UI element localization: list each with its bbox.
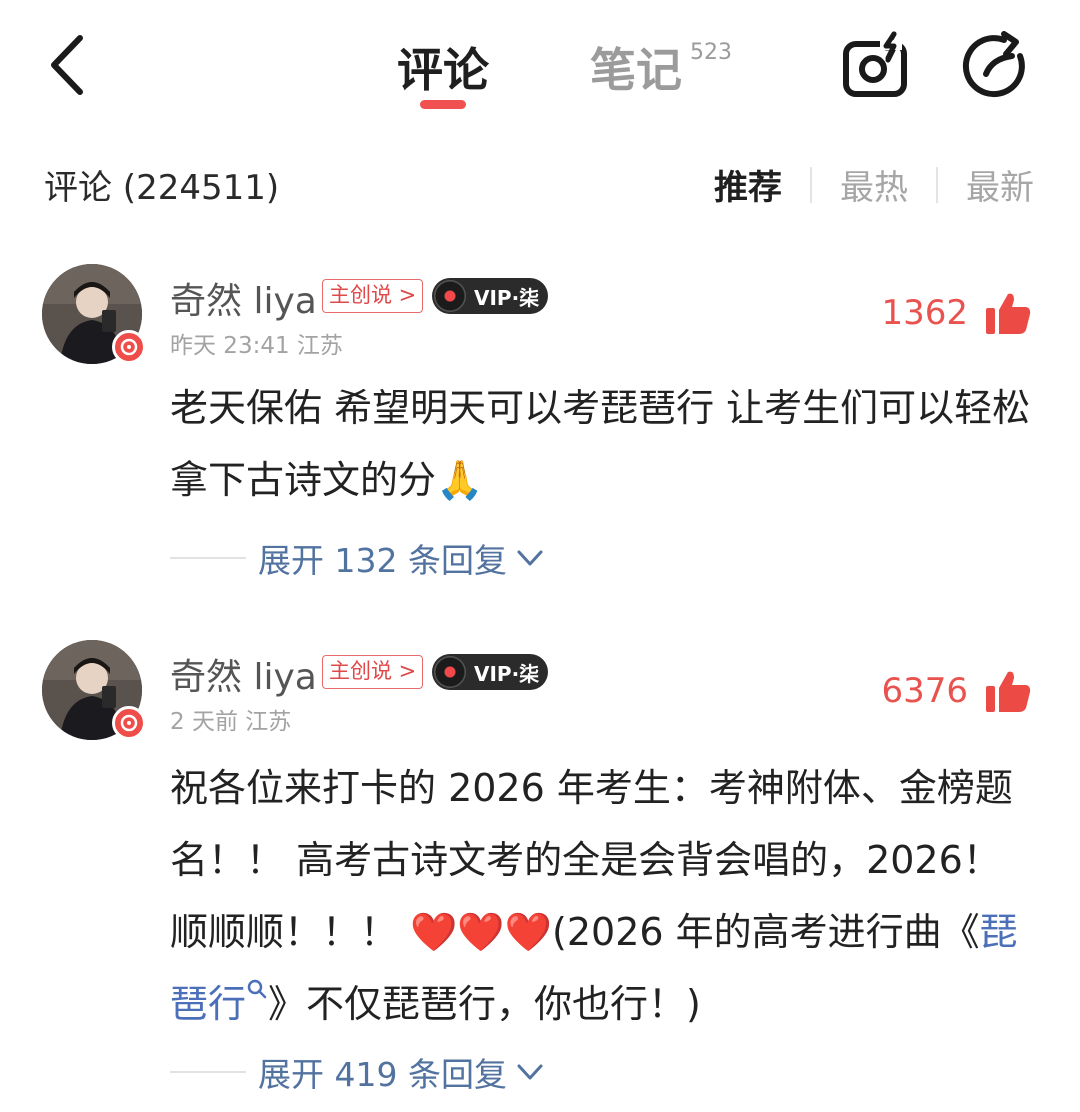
- vip-label: VIP·柒: [474, 662, 540, 686]
- share-button[interactable]: [960, 30, 1032, 102]
- expand-replies-button[interactable]: 展开 132 条回复: [170, 534, 547, 582]
- comment-text-part: 》不仅琵琶行，你也行！): [268, 982, 701, 1026]
- share-refresh-icon: [962, 31, 1025, 98]
- notes-count: 523: [690, 40, 732, 65]
- divider: [810, 166, 812, 203]
- music-badge-icon: [112, 330, 146, 364]
- chevron-down-icon: [517, 550, 543, 566]
- back-button[interactable]: [40, 30, 100, 100]
- camera-button[interactable]: [840, 30, 912, 100]
- sort-hottest[interactable]: 最热: [840, 160, 908, 209]
- comment-text: 老天保佑 希望明天可以考琵琶行 让考生们可以轻松拿下古诗文的分🙏: [170, 386, 1031, 502]
- search-icon: [247, 979, 267, 999]
- camera-flash-icon: [843, 31, 907, 97]
- sort-newest[interactable]: 最新: [966, 160, 1034, 209]
- comments-count-title: 评论 (224511): [44, 168, 280, 208]
- music-badge-icon: [112, 706, 146, 740]
- vip-badge[interactable]: VIP·柒: [432, 654, 548, 690]
- like-count: 1362: [881, 293, 968, 333]
- comment-text-part: 祝各位来打卡的 2026 年考生：考神附体、金榜题名！！ 高考古诗文考的全是会背…: [170, 766, 1013, 954]
- divider: [936, 166, 938, 203]
- thumbs-up-icon: [986, 293, 1031, 334]
- reply-divider: [170, 557, 246, 559]
- top-bar: 评论 笔记 523: [0, 0, 1080, 130]
- chevron-down-icon: [517, 1064, 543, 1080]
- expand-replies-button[interactable]: 展开 419 条回复: [170, 1048, 547, 1096]
- expand-replies-label: 展开 132 条回复: [258, 541, 507, 580]
- comment-meta: 2 天前 江苏: [170, 709, 292, 735]
- vinyl-disc-icon: [434, 280, 466, 312]
- tab-comments[interactable]: 评论: [397, 34, 489, 100]
- active-tab-indicator: [420, 100, 466, 109]
- sort-options: 推荐 最热 最新: [714, 160, 1034, 209]
- sort-recommended[interactable]: 推荐: [714, 160, 782, 209]
- creator-tag[interactable]: 主创说 >: [322, 279, 424, 313]
- tab-notes[interactable]: 笔记: [590, 34, 682, 100]
- username[interactable]: 奇然 liya: [170, 648, 317, 700]
- vinyl-disc-icon: [434, 656, 466, 688]
- creator-tag[interactable]: 主创说 >: [322, 655, 424, 689]
- expand-replies-label: 展开 419 条回复: [258, 1055, 507, 1094]
- vip-badge[interactable]: VIP·柒: [432, 278, 548, 314]
- reply-divider: [170, 1071, 246, 1073]
- username[interactable]: 奇然 liya: [170, 272, 317, 324]
- like-button[interactable]: 1362: [881, 290, 1032, 336]
- chevron-left-icon: [51, 35, 83, 95]
- like-button[interactable]: 6376: [881, 668, 1032, 714]
- like-count: 6376: [881, 671, 968, 711]
- comment-meta: 昨天 23:41 江苏: [170, 333, 343, 359]
- thumbs-up-icon: [986, 671, 1031, 712]
- vip-label: VIP·柒: [474, 286, 540, 310]
- comment-text: 祝各位来打卡的 2026 年考生：考神附体、金榜题名！！ 高考古诗文考的全是会背…: [170, 752, 1040, 1040]
